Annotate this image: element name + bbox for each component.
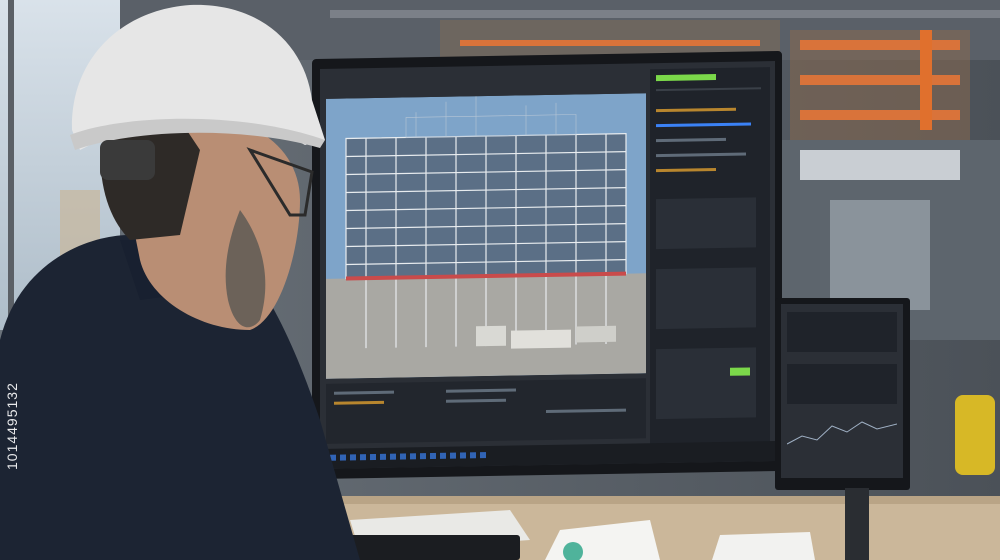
engineer-person <box>0 4 360 560</box>
main-monitor <box>312 50 782 480</box>
photo-scene: 1014495132 <box>0 0 1000 560</box>
secondary-monitor-screen <box>781 304 903 478</box>
yellow-barrel <box>955 395 995 475</box>
monitor-screen <box>320 61 775 469</box>
secondary-monitor <box>775 298 910 490</box>
properties-panel <box>650 67 770 460</box>
stock-id-text: 1014495132 <box>4 382 20 470</box>
stock-id-watermark: 1014495132 <box>4 382 20 470</box>
monitor-stand <box>845 488 869 560</box>
secondary-chart <box>787 421 897 445</box>
taskbar <box>320 441 775 469</box>
